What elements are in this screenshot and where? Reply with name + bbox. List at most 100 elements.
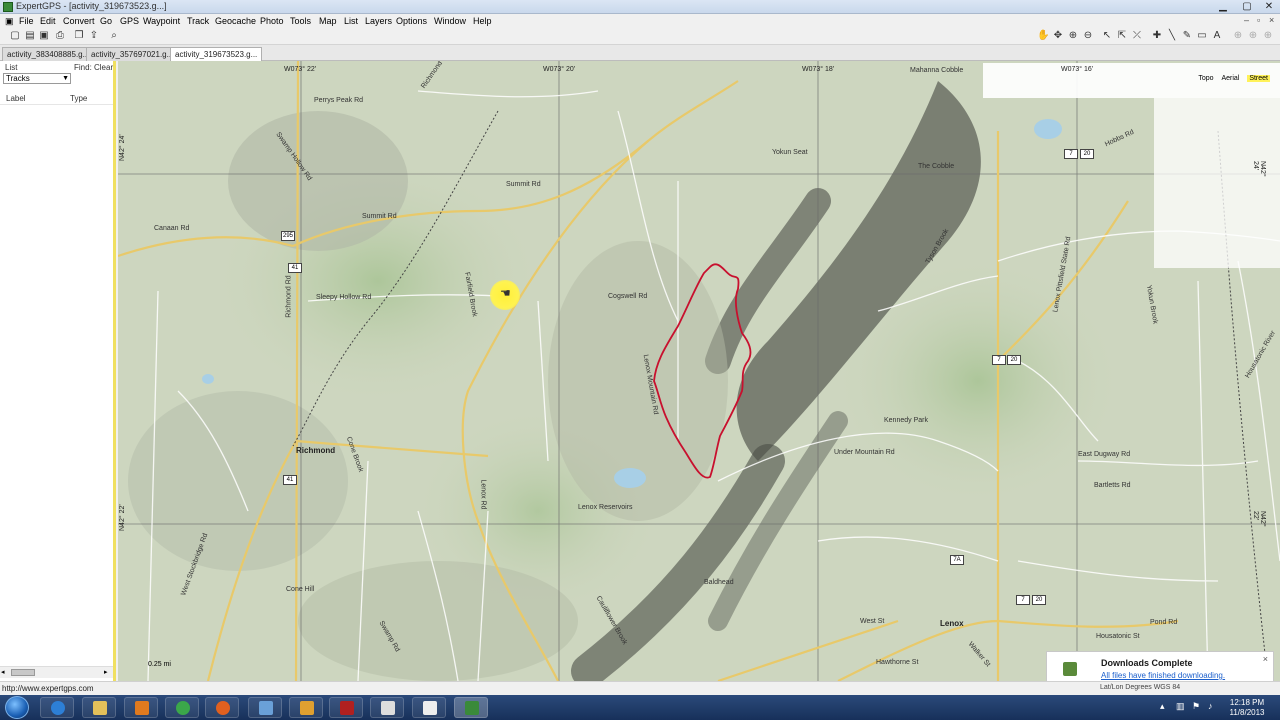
cursor-highlight: ☚ [490, 280, 520, 310]
scale-bar: 0.25 mi [148, 661, 171, 668]
taskbar-app-3[interactable] [412, 697, 446, 718]
menu-file[interactable]: File [17, 15, 36, 27]
menu-go[interactable]: Go [98, 15, 114, 27]
horizontal-scrollbar[interactable]: ◂ ▸ [0, 666, 113, 678]
start-button[interactable] [5, 696, 29, 719]
taskbar-chrome[interactable] [165, 697, 199, 718]
minimize-icon[interactable]: ▁ [1212, 0, 1234, 13]
open-icon[interactable]: ▤ [24, 30, 36, 42]
menu-edit[interactable]: Edit [38, 15, 58, 27]
route-shield-7-south: 7 [1016, 595, 1030, 605]
taskbar-mcafee[interactable] [329, 697, 363, 718]
taskbar-app-2[interactable] [370, 697, 404, 718]
zoom-full-icon[interactable]: ⊕ [1247, 30, 1259, 42]
menu-map[interactable]: Map [317, 15, 339, 27]
copy-icon[interactable]: ❐ [73, 30, 85, 42]
route-shield-7-mid: 7 [992, 355, 1006, 365]
tray-arrow-icon[interactable]: ▴ [1160, 701, 1165, 712]
map-type-aerial[interactable]: Aerial [1221, 75, 1239, 82]
new-icon[interactable]: ▢ [9, 30, 21, 42]
shape-icon[interactable]: ▭ [1196, 30, 1208, 42]
tray-flag-icon[interactable]: ⚑ [1192, 701, 1200, 712]
menu-gps[interactable]: GPS [118, 15, 141, 27]
map-type-switcher: Topo Aerial Street [1192, 75, 1270, 82]
text-tool-icon[interactable]: A [1211, 30, 1223, 42]
window-title: ExpertGPS - [activity_319673523.g...] [16, 1, 167, 11]
print-icon[interactable]: ⎙ [54, 30, 66, 42]
column-type[interactable]: Type [70, 94, 87, 103]
move-icon[interactable]: ✥ [1052, 30, 1064, 42]
clear-label[interactable]: Clear [94, 63, 113, 72]
taskbar-media-player[interactable] [124, 697, 158, 718]
menu-convert[interactable]: Convert [61, 15, 97, 27]
menu-app-icon[interactable]: ▣ [3, 15, 16, 27]
menu-tools[interactable]: Tools [288, 15, 313, 27]
label-lenox: Lenox [940, 619, 964, 628]
menu-options[interactable]: Options [394, 15, 429, 27]
scroll-left-icon[interactable]: ◂ [1, 668, 5, 676]
track-tool-icon[interactable]: ╲ [1166, 30, 1178, 42]
coord-right-1: N42° 24' [1252, 161, 1266, 177]
menu-waypoint[interactable]: Waypoint [141, 15, 182, 27]
taskbar-firefox[interactable] [205, 697, 239, 718]
zoom-in-icon[interactable]: ⊕ [1067, 30, 1079, 42]
list-label: List [5, 63, 18, 72]
select-arrow-icon[interactable]: ↖ [1101, 30, 1113, 42]
waypoint-tool-icon[interactable]: ✚ [1151, 30, 1163, 42]
download-icon [1063, 662, 1077, 676]
zoom-region-icon[interactable]: ⊕ [1232, 30, 1244, 42]
tab-activity-319673523[interactable]: activity_319673523.g... [170, 47, 263, 61]
close-icon[interactable]: ✕ [1258, 0, 1280, 13]
label-yokun-seat: Yokun Seat [772, 149, 808, 156]
taskbar-ie[interactable] [40, 697, 74, 718]
map-view[interactable]: W073° 22' W073° 20' W073° 18' W073° 16' … [118, 61, 1280, 681]
map-type-street[interactable]: Street [1247, 75, 1270, 82]
menu-list[interactable]: List [342, 15, 360, 27]
save-icon[interactable]: ▣ [38, 30, 50, 42]
zoom-fit-icon[interactable]: ⊕ [1262, 30, 1274, 42]
menu-help[interactable]: Help [471, 15, 494, 27]
taskbar-app-1[interactable] [248, 697, 282, 718]
menu-window[interactable]: Window [432, 15, 468, 27]
scroll-right-icon[interactable]: ▸ [104, 668, 108, 676]
label-under-mountain: Under Mountain Rd [834, 449, 895, 456]
menu-layers[interactable]: Layers [363, 15, 394, 27]
label-west-st: West St [860, 618, 885, 625]
notification-link[interactable]: All files have finished downloading. [1101, 671, 1225, 680]
taskbar-outlook[interactable] [289, 697, 323, 718]
pan-hand-icon[interactable]: ✋ [1037, 30, 1049, 42]
taskbar-explorer[interactable] [82, 697, 116, 718]
label-lenox-rd: Lenox Rd [479, 479, 487, 510]
find-icon[interactable]: ⌕ [108, 30, 120, 42]
mdi-minimize-icon[interactable]: – [1244, 15, 1249, 25]
split-icon[interactable]: ⤫ [1131, 30, 1143, 42]
taskbar-expertgps[interactable] [454, 697, 488, 718]
menu-photo[interactable]: Photo [258, 15, 286, 27]
label-east-dugway: East Dugway Rd [1078, 451, 1131, 458]
tab-activity-357697021[interactable]: activity_357697021.g... [86, 47, 179, 61]
tray-network-icon[interactable]: ▥ [1176, 701, 1185, 712]
toolbar: ▢ ▤ ▣ ⎙ ❐ ⇪ ⌕ ✋ ✥ ⊕ ⊖ ↖ ⇱ ⤫ ✚ ╲ ✎ ▭ A ⊕ … [0, 28, 1280, 45]
pencil-icon[interactable]: ✎ [1181, 30, 1193, 42]
maximize-icon[interactable]: ▢ [1236, 0, 1258, 13]
select-plus-icon[interactable]: ⇱ [1116, 30, 1128, 42]
scroll-thumb[interactable] [11, 669, 35, 676]
clock-date: 11/8/2013 [1229, 708, 1265, 717]
column-label[interactable]: Label [6, 94, 26, 103]
menu-track[interactable]: Track [185, 15, 211, 27]
map-type-topo[interactable]: Topo [1198, 75, 1213, 82]
notification-close-icon[interactable]: × [1263, 654, 1268, 664]
export-icon[interactable]: ⇪ [88, 30, 100, 42]
label-canaan-rd: Canaan Rd [154, 225, 190, 232]
mdi-restore-icon[interactable]: ▫ [1257, 15, 1260, 25]
find-label[interactable]: Find: [74, 63, 92, 72]
zoom-out-icon[interactable]: ⊖ [1082, 30, 1094, 42]
app-icon [3, 2, 13, 12]
system-clock[interactable]: 12:18 PM 11/8/2013 [1222, 698, 1272, 718]
menu-bar: ▣ File Edit Convert Go GPS Waypoint Trac… [0, 14, 1280, 28]
tray-volume-icon[interactable]: ♪ [1208, 701, 1213, 711]
list-type-select[interactable]: Tracks ▼ [3, 73, 71, 84]
tab-activity-383408885[interactable]: activity_383408885.g... [2, 47, 95, 61]
mdi-close-icon[interactable]: × [1269, 15, 1274, 25]
menu-geocache[interactable]: Geocache [213, 15, 258, 27]
